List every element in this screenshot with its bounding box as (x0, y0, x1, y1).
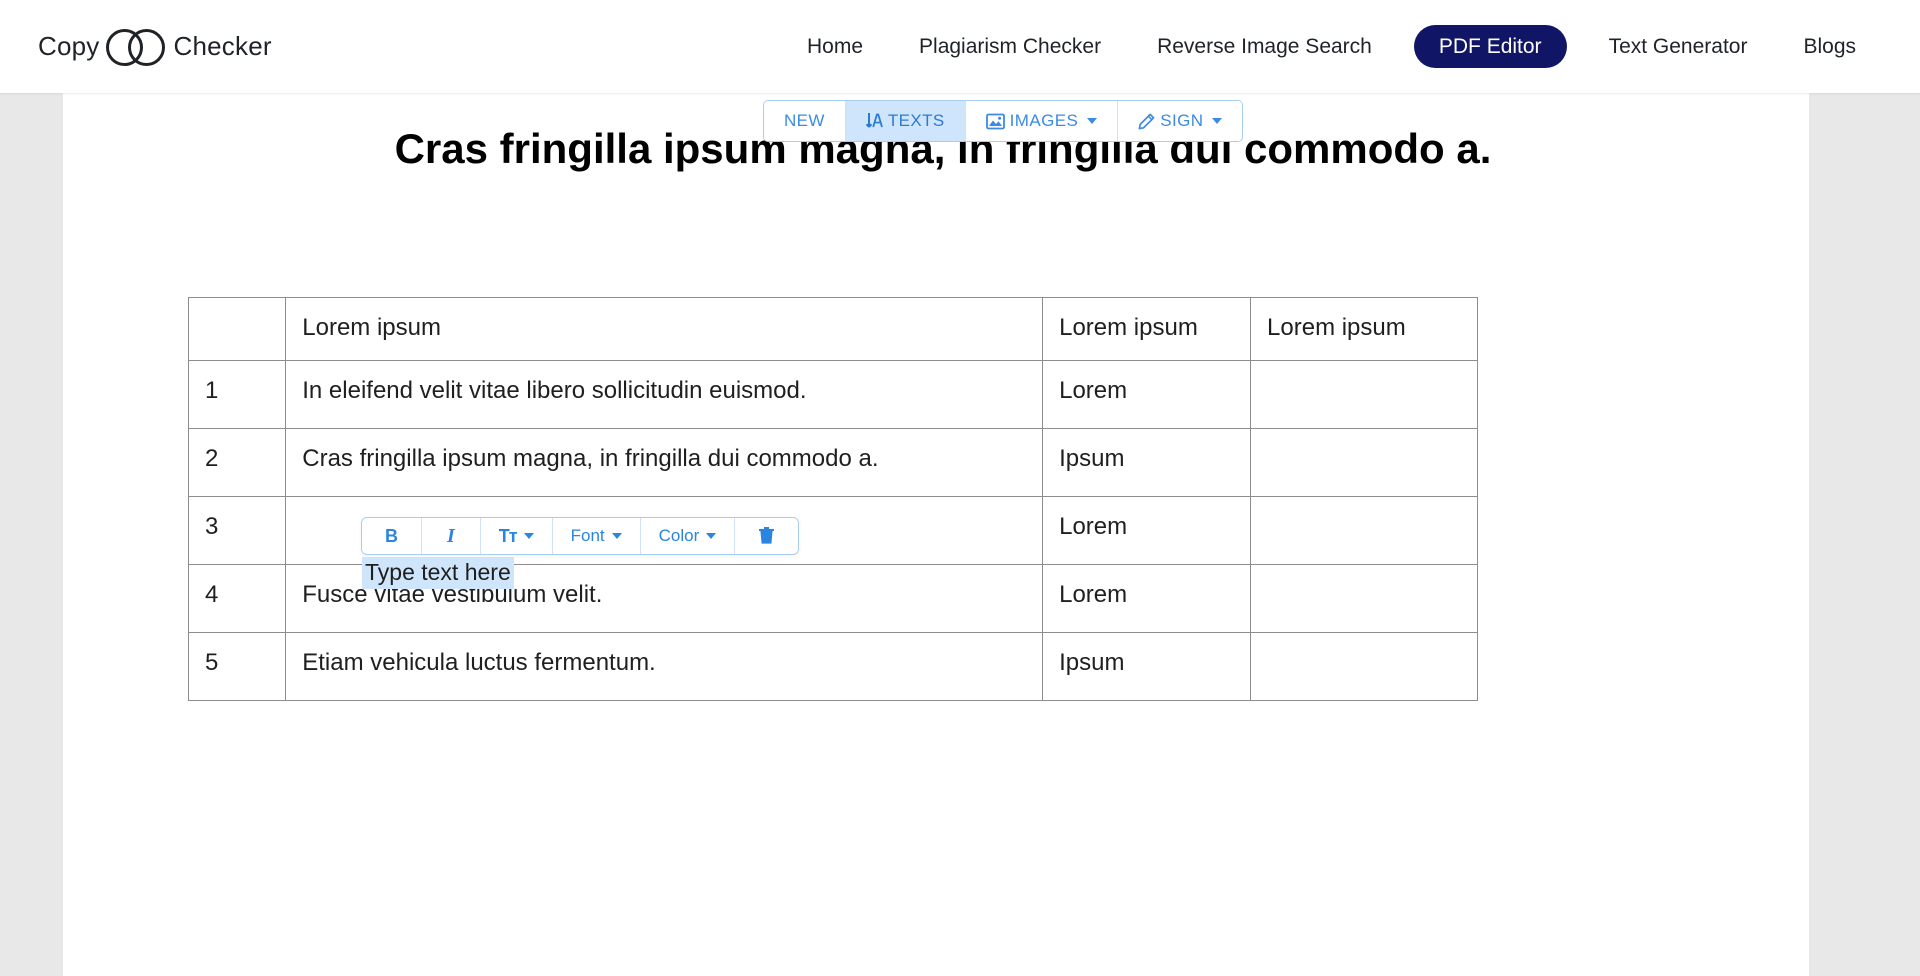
pdf-editor-toolbar: NEW TEXTS IMAGES SIGN (763, 100, 1244, 142)
bold-label: B (385, 525, 398, 546)
table-row[interactable]: 2 Cras fringilla ipsum magna, in fringil… (187, 428, 1478, 498)
pdf-page-sheet[interactable]: NEW TEXTS IMAGES SIGN Cras fringilla ips… (63, 93, 1809, 976)
table-header-cell-c: Lorem ipsum (1042, 296, 1252, 362)
bold-button[interactable]: B (362, 518, 422, 554)
nav-links: Home Plagiarism Checker Reverse Image Se… (779, 25, 1884, 68)
font-size-button[interactable]: Tт (480, 518, 553, 554)
table-header-cell-description: Lorem ipsum (285, 296, 1044, 362)
table-cell-c: Lorem (1042, 564, 1252, 634)
table-header-cell-d: Lorem ipsum (1250, 296, 1478, 362)
trash-icon (759, 527, 775, 545)
table-cell-d[interactable] (1250, 428, 1478, 498)
pen-icon (1138, 113, 1155, 130)
table-cell-index: 4 (187, 564, 287, 634)
chevron-down-icon (706, 533, 717, 539)
table-cell-c: Lorem (1042, 360, 1252, 430)
delete-text-button[interactable] (735, 518, 799, 554)
toolbar-new-button[interactable]: NEW (764, 101, 846, 141)
nav-item-blogs[interactable]: Blogs (1775, 35, 1884, 59)
nav-item-pdf-editor[interactable]: PDF Editor (1413, 25, 1567, 68)
nav-item-reverse-image-search[interactable]: Reverse Image Search (1129, 35, 1400, 59)
table-cell-d[interactable] (1250, 496, 1478, 566)
text-format-toolbar: B I Tт Font Color (361, 517, 800, 555)
table-cell-d[interactable] (1250, 564, 1478, 634)
chevron-down-icon (1087, 118, 1098, 124)
venn-circles-icon (105, 25, 168, 69)
table-row[interactable]: 1 In eleifend velit vitae libero sollici… (187, 360, 1478, 430)
italic-label: I (447, 524, 455, 547)
brand-logo[interactable]: Copy Checker (38, 25, 272, 69)
table-cell-index: 2 (187, 428, 287, 498)
table-cell-description[interactable]: Etiam vehicula luctus fermentum. (285, 632, 1044, 702)
nav-item-text-generator[interactable]: Text Generator (1581, 35, 1776, 59)
table-row[interactable]: 5 Etiam vehicula luctus fermentum. Ipsum (187, 632, 1478, 702)
table-cell-index: 3 (187, 496, 287, 566)
brand-text-left: Copy (38, 31, 100, 61)
toolbar-texts-button[interactable]: TEXTS (845, 101, 966, 141)
toolbar-sign-label: SIGN (1160, 111, 1204, 130)
top-navigation-bar: Copy Checker Home Plagiarism Checker Rev… (0, 0, 1920, 93)
table-cell-d[interactable] (1250, 360, 1478, 430)
toolbar-images-label: IMAGES (1009, 111, 1079, 130)
brand-text-right: Checker (173, 31, 272, 61)
document-table[interactable]: Lorem ipsum Lorem ipsum Lorem ipsum 1 In… (187, 296, 1478, 702)
nav-item-home[interactable]: Home (779, 35, 891, 59)
table-cell-d[interactable] (1250, 632, 1478, 702)
table-cell-description[interactable]: Cras fringilla ipsum magna, in fringilla… (285, 428, 1044, 498)
editor-stage: NEW TEXTS IMAGES SIGN Cras fringilla ips… (0, 93, 1920, 976)
chevron-down-icon (523, 533, 534, 539)
font-color-button[interactable]: Color (640, 518, 736, 554)
toolbar-new-label: NEW (784, 111, 825, 130)
font-size-label: Tт (498, 525, 518, 546)
table-cell-c: Lorem (1042, 496, 1252, 566)
italic-button[interactable]: I (422, 518, 481, 554)
table-header-cell-index (187, 296, 287, 362)
table-cell-description[interactable]: In eleifend velit vitae libero sollicitu… (285, 360, 1044, 430)
table-header-row: Lorem ipsum Lorem ipsum Lorem ipsum (187, 296, 1478, 362)
toolbar-images-button[interactable]: IMAGES (965, 101, 1119, 141)
chevron-down-icon (611, 533, 622, 539)
font-family-button[interactable]: Font (552, 518, 641, 554)
text-insert-icon (865, 112, 883, 130)
toolbar-sign-button[interactable]: SIGN (1118, 101, 1243, 141)
table-cell-c: Ipsum (1042, 632, 1252, 702)
table-cell-c: Ipsum (1042, 428, 1252, 498)
chevron-down-icon (1212, 118, 1223, 124)
text-box-placeholder[interactable]: Type text here (362, 557, 514, 589)
table-cell-index: 5 (187, 632, 287, 702)
image-icon (985, 113, 1005, 130)
font-family-label: Font (570, 526, 605, 545)
toolbar-texts-label: TEXTS (887, 111, 945, 130)
font-color-label: Color (658, 526, 700, 545)
table-cell-index: 1 (187, 360, 287, 430)
nav-item-plagiarism-checker[interactable]: Plagiarism Checker (891, 35, 1129, 59)
